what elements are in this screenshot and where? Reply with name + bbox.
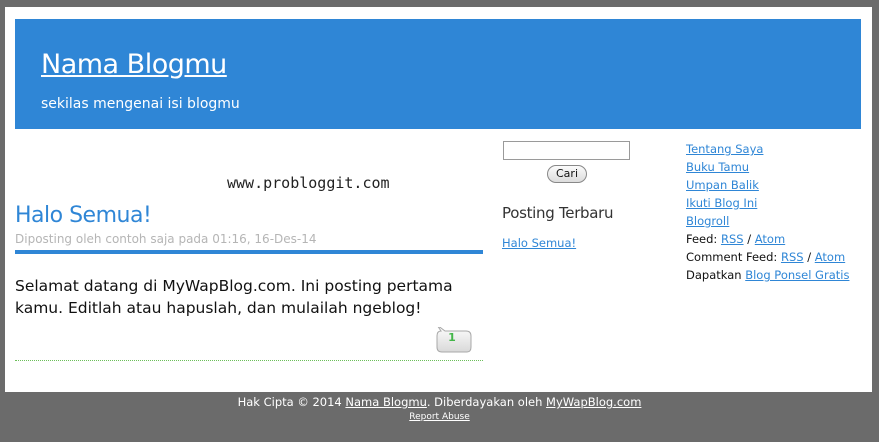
search-input[interactable] — [503, 141, 630, 160]
sidebar-links: Tentang Saya Buku Tamu Umpan Balik Ikuti… — [686, 140, 849, 284]
post-divider-bar — [15, 250, 483, 254]
blog-title-link[interactable]: Nama Blogmu — [41, 49, 227, 80]
comment-feed-rss-link[interactable]: RSS — [781, 250, 804, 264]
sidebar-link-buku-tamu[interactable]: Buku Tamu — [686, 160, 749, 174]
comment-feed-label: Comment Feed: — [686, 250, 778, 264]
comment-bubble-icon[interactable]: 1 — [433, 324, 473, 359]
footer-mywapblog-link[interactable]: MyWapBlog.com — [546, 395, 641, 409]
footer-powered-text: . Diberdayakan oleh — [426, 395, 543, 409]
sidebar-link-umpan-balik[interactable]: Umpan Balik — [686, 178, 759, 192]
footer: Hak Cipta © 2014 Nama Blogmu. Diberdayak… — [0, 395, 879, 422]
footer-blog-link[interactable]: Nama Blogmu — [345, 395, 426, 409]
get-blog-link[interactable]: Blog Ponsel Gratis — [745, 268, 849, 282]
footer-copyright-line: Hak Cipta © 2014 Nama Blogmu. Diberdayak… — [0, 395, 879, 412]
recent-posts-heading: Posting Terbaru — [502, 204, 614, 222]
watermark-text: www.probloggit.com — [227, 174, 390, 192]
comment-count: 1 — [448, 331, 456, 344]
recent-post-link[interactable]: Halo Semua! — [502, 236, 576, 250]
post-body: Selamat datang di MyWapBlog.com. Ini pos… — [15, 277, 453, 317]
comment-feed-separator: / — [807, 250, 812, 264]
sidebar-link-ikuti-blog[interactable]: Ikuti Blog Ini — [686, 196, 757, 210]
post-title-link[interactable]: Halo Semua! — [15, 203, 152, 228]
feed-label: Feed: — [686, 232, 718, 246]
post-meta: Diposting oleh contoh saja pada 01:16, 1… — [15, 232, 317, 246]
feed-rss-link[interactable]: RSS — [721, 232, 744, 246]
feed-separator: / — [747, 232, 752, 246]
sidebar-link-tentang-saya[interactable]: Tentang Saya — [686, 142, 763, 156]
get-blog-row: Dapatkan Blog Ponsel Gratis — [686, 266, 849, 284]
search-button[interactable]: Cari — [547, 165, 587, 183]
sidebar-link-blogroll[interactable]: Blogroll — [686, 214, 729, 228]
page-container: Nama Blogmu sekilas mengenai isi blogmu … — [5, 7, 872, 392]
report-abuse-link[interactable]: Report Abuse — [409, 412, 470, 422]
comment-feed-row: Comment Feed: RSS / Atom — [686, 248, 849, 266]
comment-feed-atom-link[interactable]: Atom — [815, 250, 845, 264]
get-label: Dapatkan — [686, 268, 742, 282]
feed-atom-link[interactable]: Atom — [755, 232, 785, 246]
post-separator — [15, 360, 483, 361]
footer-copyright: Hak Cipta © 2014 — [237, 395, 342, 409]
feed-row: Feed: RSS / Atom — [686, 230, 849, 248]
blog-description: sekilas mengenai isi blogmu — [41, 96, 240, 112]
blog-header: Nama Blogmu sekilas mengenai isi blogmu — [15, 19, 861, 129]
footer-report-line: Report Abuse — [0, 412, 879, 422]
